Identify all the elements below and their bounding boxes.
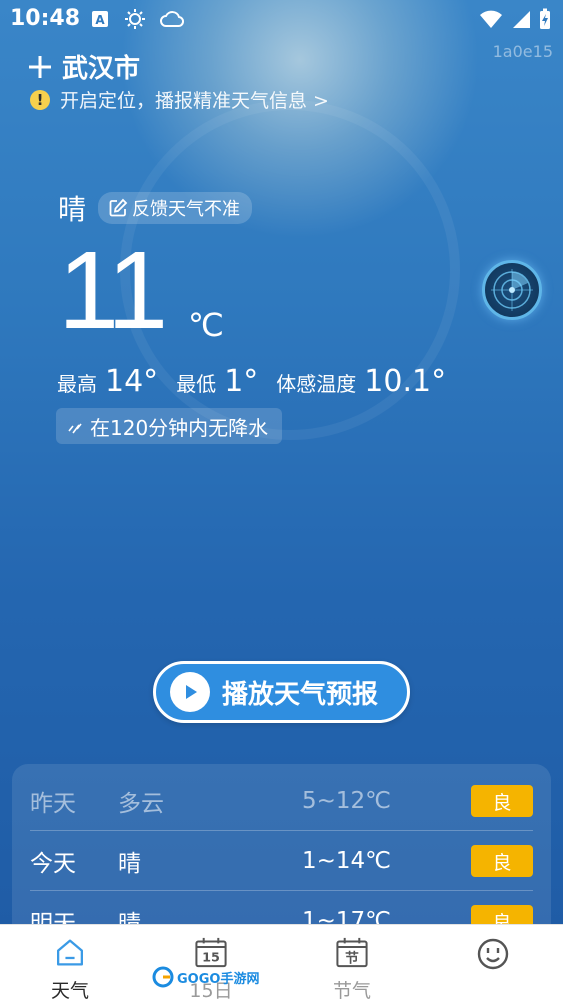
aqi-badge: 良 (471, 785, 533, 817)
play-icon (170, 672, 210, 712)
tab-profile[interactable] (423, 925, 563, 1002)
gogo-logo-icon (152, 966, 174, 988)
aqi-badge: 良 (471, 845, 533, 877)
radar-button[interactable] (482, 260, 542, 320)
tab-label: 节气 (332, 980, 371, 1002)
forecast-card: 昨天 多云 5~12℃ 良 今天 晴 1~14℃ 良 明天 晴 1~17℃ 良 (12, 764, 551, 944)
calendar-15-icon: 15 (195, 937, 227, 968)
low-label: 最低 (176, 372, 217, 396)
forecast-day: 昨天 (30, 791, 76, 817)
condition-row: 晴 反馈天气不准 (58, 188, 253, 228)
a-notification-icon: A (92, 11, 108, 27)
wifi-icon (480, 10, 502, 28)
tab-15-day[interactable]: 15 15日 (141, 925, 281, 1002)
forecast-condition: 多云 (118, 791, 164, 817)
signal-icon (513, 11, 530, 28)
rain-icon (68, 423, 82, 434)
smiley-icon (477, 938, 509, 970)
status-time: 10:48 (10, 6, 81, 31)
cloud-icon (160, 11, 184, 27)
enable-location-prompt[interactable]: ! 开启定位，播报精准天气信息 > (30, 86, 329, 113)
low-value: 1° (224, 364, 259, 399)
feels-value: 10.1° (364, 364, 447, 399)
temperature-details: 最高 14° 最低 1° 体感温度 10.1° (57, 364, 456, 399)
watermark: GOGO手游网 (152, 966, 259, 988)
house-icon (57, 939, 83, 966)
status-bar: 10:48 A (0, 0, 563, 40)
locate-prompt-text: 开启定位，播报精准天气信息 > (60, 90, 329, 112)
play-forecast-label: 播放天气预报 (222, 679, 379, 710)
solar-term-char: 节 (345, 950, 359, 967)
temperature-unit: ℃ (188, 306, 224, 344)
tab-solar-terms[interactable]: 节 节气 (282, 925, 422, 1002)
solar-term-calendar-icon: 节 (336, 937, 368, 968)
edit-icon (109, 198, 128, 217)
high-label: 最高 (57, 372, 97, 396)
current-temperature: 11 (58, 229, 168, 352)
high-value: 14° (105, 364, 159, 399)
bottom-nav: 天气 15 15日 节 节气 (0, 924, 563, 1002)
svg-text:A: A (95, 13, 105, 27)
play-forecast-button[interactable]: 播放天气预报 (153, 661, 410, 723)
rain-notice: 在120分钟内无降水 (90, 415, 269, 440)
version-label: 1a0e15 (492, 42, 553, 61)
battery-icon (540, 8, 550, 29)
city-name: 武汉市 (62, 54, 141, 84)
feels-label: 体感温度 (276, 372, 357, 396)
tab-label: 天气 (50, 980, 89, 1002)
sun-icon (125, 9, 145, 29)
calendar-number: 15 (202, 951, 220, 966)
feedback-button[interactable]: 反馈天气不准 (98, 192, 253, 224)
add-city-icon[interactable] (26, 53, 54, 81)
feedback-label: 反馈天气不准 (132, 199, 241, 220)
forecast-range: 1~14℃ (302, 848, 392, 874)
forecast-condition: 晴 (118, 851, 141, 877)
watermark-text: GOGO手游网 (177, 971, 260, 987)
radar-icon (491, 269, 533, 311)
forecast-range: 5~12℃ (302, 788, 392, 814)
status-left-icons: A (90, 8, 184, 30)
rain-forecast-pill[interactable]: 在120分钟内无降水 (56, 408, 283, 444)
forecast-day: 今天 (30, 851, 76, 877)
forecast-row-today[interactable]: 今天 晴 1~14℃ 良 (30, 831, 533, 891)
status-right-icons (479, 8, 551, 30)
forecast-row-yesterday[interactable]: 昨天 多云 5~12℃ 良 (30, 771, 533, 831)
warning-icon: ! (30, 89, 50, 110)
city-selector[interactable]: 武汉市 (26, 48, 140, 85)
current-condition: 晴 (58, 193, 87, 226)
tab-weather[interactable]: 天气 (0, 925, 140, 1002)
